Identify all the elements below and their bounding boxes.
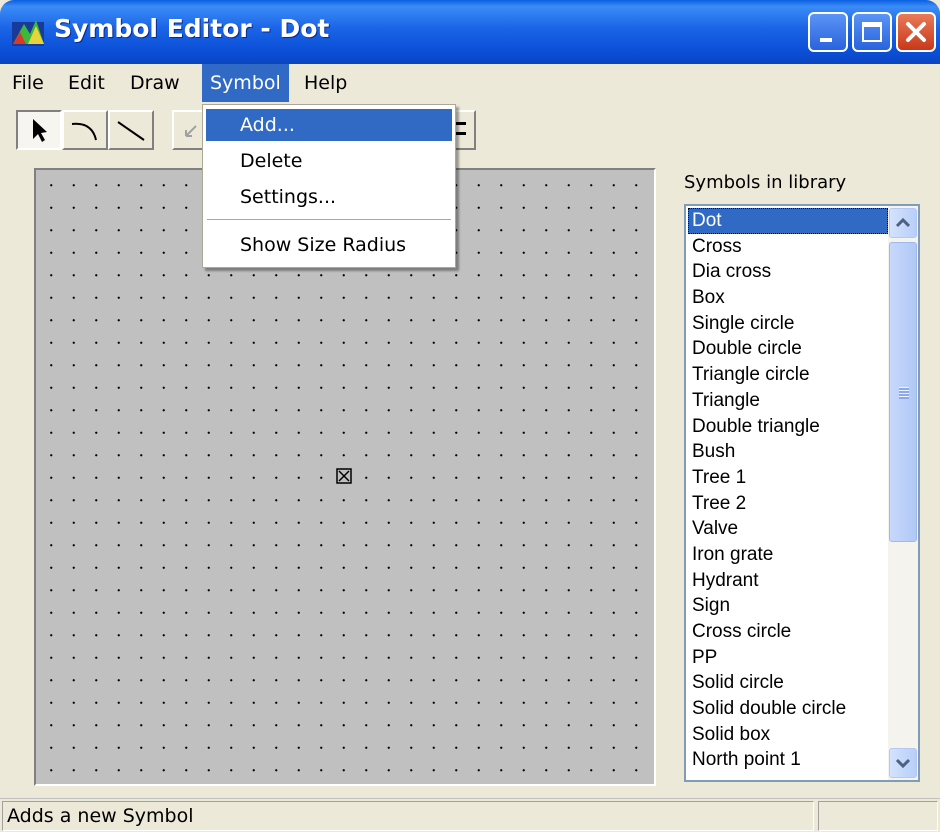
symbol-item[interactable]: Solid box xyxy=(688,722,888,748)
symbol-item[interactable]: Dia cross xyxy=(688,259,888,285)
symbol-editor-window: Symbol Editor - Dot File Edit Draw Symbo… xyxy=(0,0,940,832)
scroll-down-button[interactable] xyxy=(889,748,917,778)
toolbar xyxy=(0,104,940,152)
menu-separator xyxy=(207,219,451,220)
menu-file[interactable]: File xyxy=(4,64,52,102)
arc-tool-button[interactable] xyxy=(62,110,108,150)
symbol-item[interactable]: Solid double circle xyxy=(688,696,888,722)
symbol-item[interactable]: Cross xyxy=(688,234,888,260)
scroll-down-icon xyxy=(895,758,911,769)
minimize-icon xyxy=(820,38,832,42)
pointer-tool-button[interactable] xyxy=(16,110,62,150)
line-icon xyxy=(117,121,145,141)
line-tool-button[interactable] xyxy=(108,110,154,150)
symbol-item[interactable]: Iron grate xyxy=(688,542,888,568)
symbols-listbox[interactable]: Dot Cross Dia cross Box Single circle Do… xyxy=(684,204,920,782)
menu-bar: File Edit Draw Symbol Help xyxy=(0,64,940,102)
symbol-item[interactable]: North point 1 xyxy=(688,747,888,773)
symbol-item[interactable]: Triangle xyxy=(688,388,888,414)
scroll-grip-icon xyxy=(899,387,909,399)
symbol-item[interactable]: Sign xyxy=(688,593,888,619)
symbol-item[interactable]: Solid circle xyxy=(688,670,888,696)
symbol-item[interactable]: Cross circle xyxy=(688,619,888,645)
center-marker-icon xyxy=(336,468,352,484)
scroll-up-icon xyxy=(895,217,911,228)
symbol-item[interactable]: Valve xyxy=(688,516,888,542)
menu-draw[interactable]: Draw xyxy=(122,64,188,102)
app-icon xyxy=(12,20,44,46)
symbol-item[interactable]: Double circle xyxy=(688,336,888,362)
menu-item-settings[interactable]: Settings... xyxy=(206,181,452,213)
symbol-item[interactable]: Bush xyxy=(688,439,888,465)
title-bar[interactable]: Symbol Editor - Dot xyxy=(0,0,940,64)
symbol-item[interactable]: Hydrant xyxy=(688,568,888,594)
close-button[interactable] xyxy=(896,12,936,52)
symbol-item[interactable]: Double triangle xyxy=(688,414,888,440)
window-title: Symbol Editor - Dot xyxy=(54,14,330,43)
maximize-icon xyxy=(862,22,882,42)
menu-item-add[interactable]: Add... xyxy=(206,109,452,141)
symbol-dropdown-menu: Add... Delete Settings... Show Size Radi… xyxy=(202,104,456,268)
symbol-item[interactable]: Triangle circle xyxy=(688,362,888,388)
symbol-item[interactable]: PP xyxy=(688,645,888,671)
arc-icon xyxy=(71,122,97,141)
symbol-item[interactable]: Single circle xyxy=(688,311,888,337)
pointer-arrow-icon xyxy=(33,119,47,142)
status-pane-secondary xyxy=(818,801,938,831)
scroll-up-button[interactable] xyxy=(889,208,917,238)
menu-item-delete[interactable]: Delete xyxy=(206,145,452,177)
menu-edit[interactable]: Edit xyxy=(60,64,113,102)
symbol-item[interactable]: Box xyxy=(688,285,888,311)
menu-help[interactable]: Help xyxy=(296,64,355,102)
status-bar: Adds a new Symbol xyxy=(0,798,940,832)
close-icon xyxy=(906,22,926,42)
menu-symbol[interactable]: Symbol xyxy=(202,64,289,102)
symbols-panel-label: Symbols in library xyxy=(684,172,847,193)
symbol-item[interactable]: Tree 1 xyxy=(688,465,888,491)
symbols-list: Dot Cross Dia cross Box Single circle Do… xyxy=(688,208,888,773)
scroll-thumb[interactable] xyxy=(889,242,917,542)
symbol-item[interactable]: Tree 2 xyxy=(688,491,888,517)
symbols-scrollbar[interactable] xyxy=(888,206,918,780)
maximize-button[interactable] xyxy=(852,12,892,52)
menu-item-show-size-radius[interactable]: Show Size Radius xyxy=(206,229,452,261)
minimize-button[interactable] xyxy=(808,12,848,52)
status-text: Adds a new Symbol xyxy=(2,801,814,831)
symbol-item-dot[interactable]: Dot xyxy=(688,208,888,234)
